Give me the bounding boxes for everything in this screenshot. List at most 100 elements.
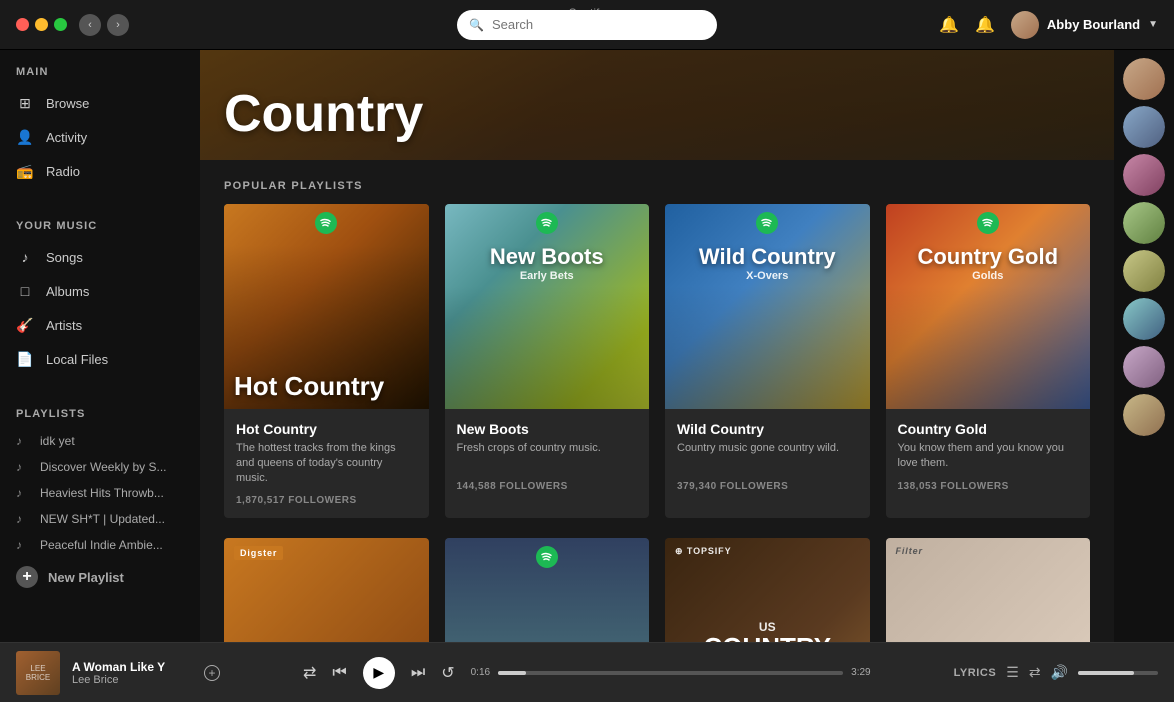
playlist-card-us-country[interactable]: ⊕ TOPSIFY US COUNTRY US Country xyxy=(665,538,870,642)
maximize-button[interactable] xyxy=(54,18,67,31)
playlist-art-chillin: Chillin' on... xyxy=(445,538,650,642)
playlist-followers: 138,053 FOLLOWERS xyxy=(898,481,1079,492)
titlebar: ‹ › Spotify 🔍 🔔 🔔 Abby Bourland ▼ xyxy=(0,0,1174,50)
playlist-title: New Boots xyxy=(457,421,638,437)
sidebar-item-label: Browse xyxy=(46,96,89,111)
play-pause-button[interactable]: ▶ xyxy=(363,657,395,689)
sidebar-item-peaceful[interactable]: ♪ Peaceful Indie Ambie... xyxy=(0,532,200,558)
devices-icon[interactable]: ⇄ xyxy=(1029,664,1041,681)
friend-avatar-4[interactable] xyxy=(1123,202,1165,244)
music-note-icon: ♪ xyxy=(16,512,30,526)
repeat-button[interactable]: ↺ xyxy=(441,663,454,683)
playlist-label: idk yet xyxy=(40,434,75,448)
playlist-card-chillin[interactable]: Chillin' on... Chillin' on... xyxy=(445,538,650,642)
playlist-art-country-gold: Country Gold Golds xyxy=(886,204,1091,409)
playlist-followers: 379,340 FOLLOWERS xyxy=(677,481,858,492)
new-playlist-label: New Playlist xyxy=(48,570,124,585)
playlist-desc: Country music gone country wild. xyxy=(677,441,858,473)
sidebar-item-label: Radio xyxy=(46,164,80,179)
playlist-card-filter[interactable]: Filter Filter Country xyxy=(886,538,1091,642)
playlist-art-wild-country: Wild Country X-Overs xyxy=(665,204,870,409)
user-info[interactable]: Abby Bourland ▼ xyxy=(1011,11,1158,39)
playlist-title: Wild Country xyxy=(677,421,858,437)
sidebar-item-browse[interactable]: ⊞ Browse xyxy=(0,86,200,120)
playlist-art-filter: Filter xyxy=(886,538,1091,642)
titlebar-right: 🔔 🔔 Abby Bourland ▼ xyxy=(939,11,1158,39)
add-to-playlist-button[interactable]: + xyxy=(204,665,220,681)
right-sidebar xyxy=(1114,50,1174,642)
sidebar-item-newsh[interactable]: ♪ NEW SH*T | Updated... xyxy=(0,506,200,532)
sidebar-item-discover[interactable]: ♪ Discover Weekly by S... xyxy=(0,454,200,480)
playlist-art-hot-country: Hot Country xyxy=(224,204,429,409)
next-button[interactable]: ⏭ xyxy=(411,664,425,682)
friend-avatar-2[interactable] xyxy=(1123,106,1165,148)
browse-icon: ⊞ xyxy=(16,94,34,112)
songs-icon: ♪ xyxy=(16,248,34,266)
sidebar-item-songs[interactable]: ♪ Songs xyxy=(0,240,200,274)
traffic-lights xyxy=(16,18,67,31)
sidebar-item-artists[interactable]: 🎸 Artists xyxy=(0,308,200,342)
lyrics-button[interactable]: LYRICS xyxy=(954,667,997,679)
queue-icon[interactable]: ☰ xyxy=(1006,664,1019,681)
playlist-art-digster: Digster COUNTRY xyxy=(224,538,429,642)
player-album-art: LEEBRICE xyxy=(16,651,60,695)
music-note-icon: ♪ xyxy=(16,538,30,552)
volume-icon[interactable]: 🔊 xyxy=(1051,664,1068,681)
sidebar: MAIN ⊞ Browse 👤 Activity 📻 Radio YOUR MU… xyxy=(0,50,200,642)
previous-button[interactable]: ⏮ xyxy=(332,664,346,682)
music-note-icon: ♪ xyxy=(16,460,30,474)
sidebar-item-label: Artists xyxy=(46,318,82,333)
search-bar[interactable]: 🔍 xyxy=(457,10,717,40)
sidebar-item-heaviest[interactable]: ♪ Heaviest Hits Throwb... xyxy=(0,480,200,506)
playlist-desc: Fresh crops of country music. xyxy=(457,441,638,473)
notification-alt-icon[interactable]: 🔔 xyxy=(975,15,995,35)
user-name: Abby Bourland xyxy=(1047,17,1140,32)
volume-fill xyxy=(1078,671,1134,675)
back-button[interactable]: ‹ xyxy=(79,14,101,36)
content-area: Country POPULAR PLAYLISTS Hot Country xyxy=(200,50,1114,642)
forward-button[interactable]: › xyxy=(107,14,129,36)
volume-bar[interactable] xyxy=(1078,671,1158,675)
search-icon: 🔍 xyxy=(469,18,484,32)
add-icon: + xyxy=(16,566,38,588)
friend-avatar-3[interactable] xyxy=(1123,154,1165,196)
search-input[interactable] xyxy=(492,17,705,32)
playlist-label: Heaviest Hits Throwb... xyxy=(40,486,164,500)
progress-bar[interactable] xyxy=(498,671,843,675)
playlist-card-wild-country[interactable]: Wild Country X-Overs Wild Country Countr… xyxy=(665,204,870,518)
progress-area: 0:16 3:29 xyxy=(471,667,871,678)
sidebar-item-local[interactable]: 📄 Local Files xyxy=(0,342,200,376)
playlist-card-hot-country[interactable]: Hot Country Hot Country The hottest trac… xyxy=(224,204,429,518)
radio-icon: 📻 xyxy=(16,162,34,180)
main-section-label: MAIN xyxy=(0,50,200,86)
page-title: Country xyxy=(224,84,423,144)
friend-avatar-8[interactable] xyxy=(1123,394,1165,436)
notification-bell-icon[interactable]: 🔔 xyxy=(939,15,959,35)
playlist-desc: The hottest tracks from the kings and qu… xyxy=(236,441,417,487)
sidebar-item-idk[interactable]: ♪ idk yet xyxy=(0,428,200,454)
sidebar-item-activity[interactable]: 👤 Activity xyxy=(0,120,200,154)
sidebar-item-label: Local Files xyxy=(46,352,108,367)
nav-arrows: ‹ › xyxy=(79,14,129,36)
playlist-card-country-gold[interactable]: Country Gold Golds Country Gold You know… xyxy=(886,204,1091,518)
playlist-card-digster[interactable]: Digster COUNTRY Digster Country xyxy=(224,538,429,642)
friend-avatar-7[interactable] xyxy=(1123,346,1165,388)
playlist-label: Peaceful Indie Ambie... xyxy=(40,538,163,552)
playlist-art-us-country: ⊕ TOPSIFY US COUNTRY xyxy=(665,538,870,642)
popular-playlists-label: POPULAR PLAYLISTS xyxy=(200,160,1114,204)
playlist-followers: 144,588 FOLLOWERS xyxy=(457,481,638,492)
new-playlist-button[interactable]: + New Playlist xyxy=(0,558,200,596)
friend-avatar-5[interactable] xyxy=(1123,250,1165,292)
friend-avatar-1[interactable] xyxy=(1123,58,1165,100)
player-controls: ⇄ ⏮ ▶ ⏭ ↺ 0:16 3:29 xyxy=(232,657,942,689)
sidebar-item-albums[interactable]: □ Albums xyxy=(0,274,200,308)
close-button[interactable] xyxy=(16,18,29,31)
minimize-button[interactable] xyxy=(35,18,48,31)
playlist-card-new-boots[interactable]: New Boots Early Bets New Boots Fresh cro… xyxy=(445,204,650,518)
sidebar-item-radio[interactable]: 📻 Radio xyxy=(0,154,200,188)
playlist-card-info: New Boots Fresh crops of country music. … xyxy=(445,409,650,504)
playlists-grid: Hot Country Hot Country The hottest trac… xyxy=(200,204,1114,538)
shuffle-button[interactable]: ⇄ xyxy=(303,663,316,683)
friend-avatar-6[interactable] xyxy=(1123,298,1165,340)
playlist-label: Discover Weekly by S... xyxy=(40,460,166,474)
